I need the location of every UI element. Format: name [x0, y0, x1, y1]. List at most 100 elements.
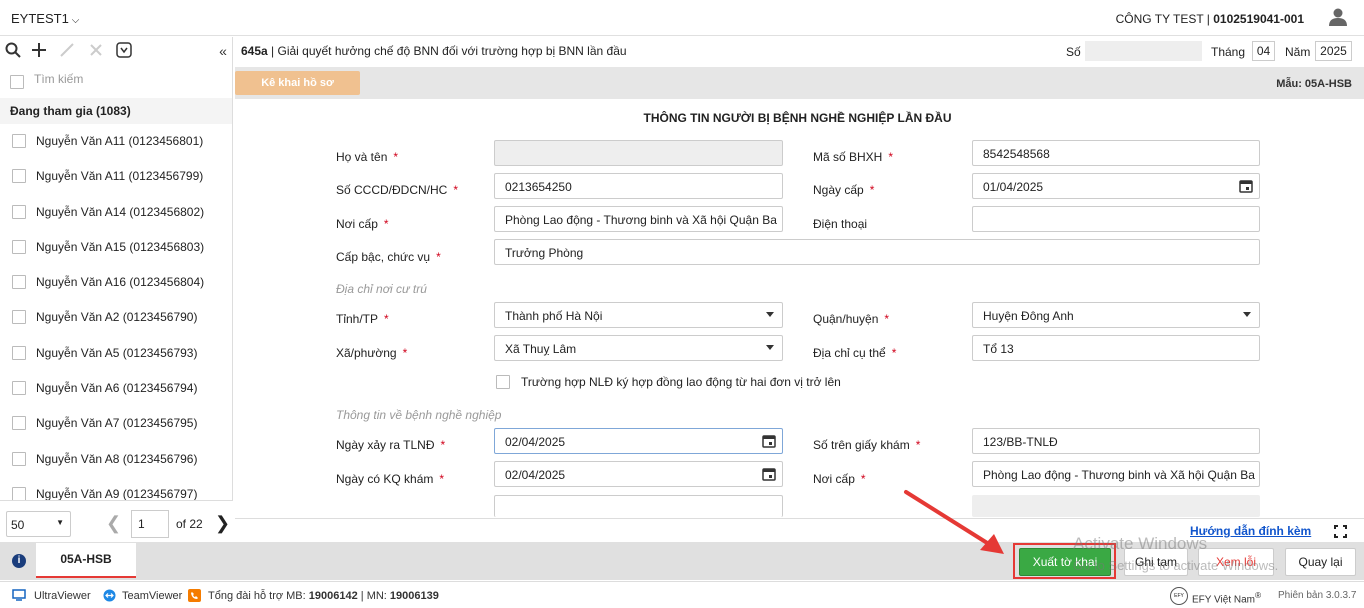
account-switcher[interactable]: EYTEST1 ⌵ — [11, 11, 79, 26]
select-value: Xã Thuỵ Lâm — [505, 342, 577, 356]
row-checkbox[interactable] — [12, 310, 26, 324]
dien-thoai-input[interactable] — [972, 206, 1260, 232]
row-checkbox[interactable] — [12, 240, 26, 254]
quan-select[interactable]: Huyện Đông Anh — [972, 302, 1260, 328]
list-item[interactable]: Nguyễn Văn A5 (0123456793) — [0, 336, 230, 371]
row-checkbox[interactable] — [12, 487, 26, 500]
employee-name: Nguyễn Văn A16 (0123456804) — [36, 275, 205, 289]
so-label: Số — [1066, 45, 1081, 59]
tab-05a-hsb[interactable]: 05A-HSB — [36, 543, 136, 578]
next-row-input-disabled[interactable] — [972, 495, 1260, 517]
list-item[interactable]: Nguyễn Văn A11 (0123456799) — [0, 159, 230, 194]
status-bar — [0, 581, 1364, 608]
calendar-icon[interactable] — [762, 434, 776, 448]
prev-page-button[interactable]: ❮ — [106, 513, 121, 534]
label-text: Quận/huyện — [813, 312, 879, 326]
calendar-icon[interactable] — [1239, 179, 1253, 193]
row-checkbox[interactable] — [12, 275, 26, 289]
guide-link[interactable]: Hướng dẫn đính kèm — [1190, 524, 1311, 538]
row-checkbox[interactable] — [12, 346, 26, 360]
label-text: Số trên giấy khám — [813, 438, 910, 452]
tab-ke-khai[interactable]: Kê khai hồ sơ — [235, 71, 360, 95]
thang-input[interactable]: 04 — [1252, 41, 1275, 61]
nam-input[interactable]: 2025 — [1315, 41, 1352, 61]
row-checkbox[interactable] — [12, 452, 26, 466]
page-size-value: 50 — [11, 518, 25, 532]
dia-chi-label: Địa chỉ cụ thể * — [813, 346, 897, 360]
page-size-select[interactable]: 50 ▼ — [6, 511, 71, 537]
next-row-input[interactable] — [494, 495, 783, 517]
list-item[interactable]: Nguyễn Văn A8 (0123456796) — [0, 442, 230, 477]
employee-name: Nguyễn Văn A5 (0123456793) — [36, 346, 198, 360]
search-input[interactable]: Tìm kiếm — [34, 72, 83, 86]
list-item[interactable]: Nguyễn Văn A15 (0123456803) — [0, 230, 230, 265]
list-item[interactable]: Nguyễn Văn A16 (0123456804) — [0, 265, 230, 300]
info-icon[interactable]: i — [12, 554, 26, 568]
so-giay-kham-label: Số trên giấy khám * — [813, 438, 921, 452]
teamviewer-icon — [103, 589, 116, 602]
back-button[interactable]: Quay lại — [1285, 548, 1356, 576]
teamviewer-link[interactable]: TeamViewer — [122, 590, 182, 602]
watermark-title: Activate Windows — [1073, 534, 1208, 553]
label-text: Nơi cấp — [336, 217, 378, 231]
input-value: 02/04/2025 — [505, 468, 566, 482]
dia-chi-section: Địa chỉ nơi cư trú — [336, 282, 427, 296]
list-item[interactable]: Nguyễn Văn A9 (0123456797) — [0, 477, 230, 500]
ngay-cap-input[interactable]: 01/04/2025 — [972, 173, 1260, 199]
hotline-separator: | MN: — [357, 590, 390, 602]
label-text: Số CCCD/ĐDCN/HC — [336, 183, 448, 197]
chevron-down-icon: ▼ — [56, 518, 64, 527]
close-icon[interactable] — [87, 42, 105, 60]
list-item[interactable]: Nguyễn Văn A2 (0123456790) — [0, 300, 230, 335]
so-giay-kham-input[interactable]: 123/BB-TNLĐ — [972, 428, 1260, 454]
list-item[interactable]: Nguyễn Văn A6 (0123456794) — [0, 371, 230, 406]
list-item[interactable]: Nguyễn Văn A11 (0123456801) — [0, 124, 230, 159]
user-icon[interactable] — [1328, 7, 1348, 27]
edit-icon[interactable] — [58, 42, 76, 60]
ho-ten-input[interactable] — [494, 140, 783, 166]
row-checkbox[interactable] — [12, 381, 26, 395]
employee-name: Nguyễn Văn A14 (0123456802) — [36, 205, 205, 219]
so-input[interactable] — [1085, 41, 1202, 61]
collapse-icon[interactable]: « — [214, 42, 232, 60]
of-label: of — [176, 517, 187, 531]
next-page-button[interactable]: ❯ — [215, 513, 230, 534]
list-item[interactable]: Nguyễn Văn A14 (0123456802) — [0, 195, 230, 230]
select-all-checkbox[interactable] — [10, 75, 24, 89]
cap-bac-input[interactable]: Trưởng Phòng — [494, 239, 1260, 265]
calendar-icon[interactable] — [762, 467, 776, 481]
label-text: Cấp bậc, chức vụ — [336, 250, 431, 264]
row-checkbox[interactable] — [12, 169, 26, 183]
ma-bhxh-input[interactable]: 8542548568 — [972, 140, 1260, 166]
xa-select[interactable]: Xã Thuỵ Lâm — [494, 335, 783, 361]
row-checkbox[interactable] — [12, 134, 26, 148]
row-checkbox[interactable] — [12, 416, 26, 430]
employee-name: Nguyễn Văn A15 (0123456803) — [36, 240, 205, 254]
search-icon[interactable] — [4, 42, 22, 60]
ultraviewer-link[interactable]: UltraViewer — [34, 590, 91, 602]
ngay-xay-ra-input[interactable]: 02/04/2025 — [494, 428, 783, 454]
page-number-input[interactable]: 1 — [131, 510, 169, 538]
noi-cap-input[interactable]: Phòng Lao động - Thương binh và Xã hội Q… — [494, 206, 783, 232]
pagination: 50 ▼ ❮ 1 of 22 ❯ — [0, 500, 233, 543]
noi-cap2-label: Nơi cấp * — [813, 472, 866, 486]
fullscreen-icon[interactable] — [1334, 525, 1347, 538]
label-text: Nơi cấp — [813, 472, 855, 486]
checkbox-dropdown-icon[interactable] — [115, 42, 133, 60]
plus-icon[interactable] — [30, 42, 48, 60]
list-item[interactable]: Nguyễn Văn A7 (0123456795) — [0, 406, 230, 441]
dia-chi-input[interactable]: Tổ 13 — [972, 335, 1260, 361]
tinh-select[interactable]: Thành phố Hà Nội — [494, 302, 783, 328]
ultraviewer-icon — [12, 589, 26, 601]
noi-cap2-input[interactable]: Phòng Lao động - Thương binh và Xã hội Q… — [972, 461, 1260, 487]
select-value: Thành phố Hà Nội — [505, 309, 603, 323]
row-checkbox[interactable] — [12, 205, 26, 219]
label-text: Họ và tên — [336, 150, 388, 164]
ngay-kq-input[interactable]: 02/04/2025 — [494, 461, 783, 487]
account-name: EYTEST1 — [11, 11, 69, 26]
cccd-input[interactable]: 0213654250 — [494, 173, 783, 199]
group-label[interactable]: Đang tham gia (1083) — [10, 104, 131, 118]
label-text: Địa chỉ cụ thể — [813, 346, 886, 360]
multi-employer-checkbox[interactable] — [496, 375, 510, 389]
efy-logo: EFY — [1170, 587, 1188, 605]
